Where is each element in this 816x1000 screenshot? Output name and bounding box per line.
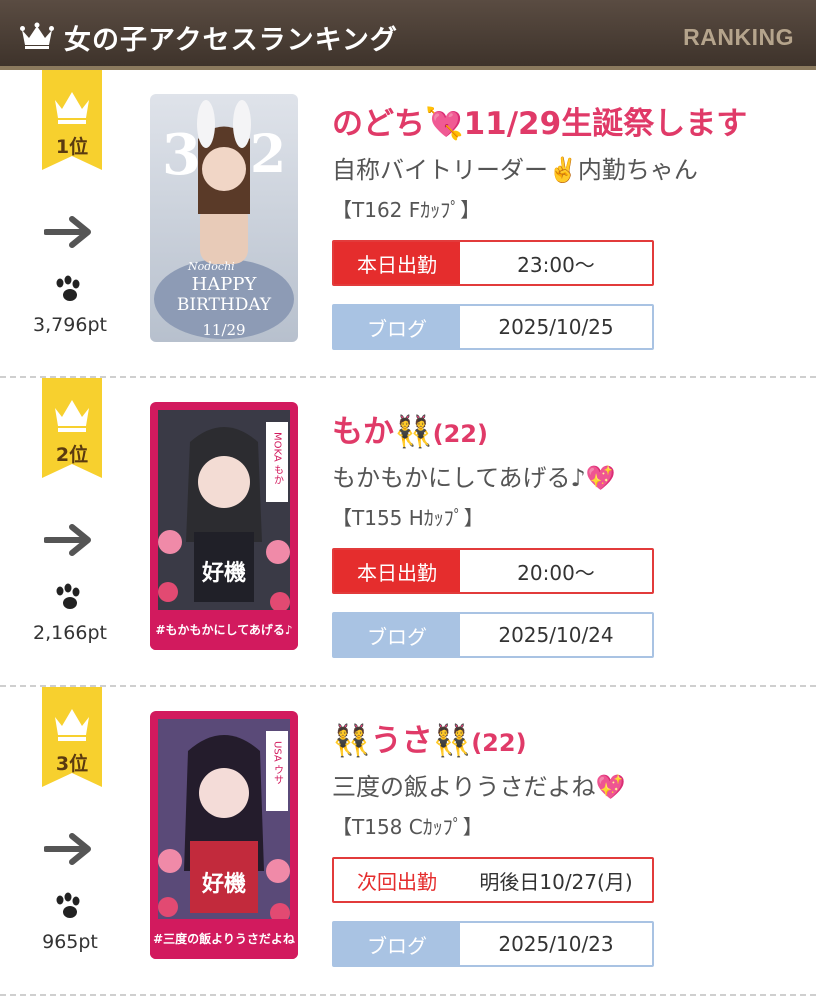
access-points: 3,796pt [33, 314, 107, 336]
age-text: (22) [471, 729, 527, 757]
catchphrase: もかもかにしてあげる♪💖 [332, 464, 616, 492]
girl-photo[interactable]: USA ウサ 好機 #三度の飯よりうさだよね [150, 711, 298, 959]
blog-label: ブログ [334, 923, 460, 965]
rank-label: 3位 [55, 753, 89, 775]
work-label: 本日出勤 [334, 550, 460, 592]
photo-caption: BIRTHDAY [177, 295, 272, 315]
girl-photo[interactable]: MOKA もか 好機 #もかもかにしてあげる♪ [150, 402, 298, 650]
paw-icon [56, 583, 80, 609]
next-work-row[interactable]: 次回出勤 明後日10/27(月) [332, 857, 654, 903]
photo-caption: USA ウサ [272, 741, 284, 785]
name-text: のどち💘11/29生誕祭します [332, 106, 748, 142]
blog-date: 2025/10/25 [460, 306, 652, 348]
work-time: 23:00〜 [460, 242, 652, 284]
access-points: 965pt [42, 931, 98, 953]
photo-number-text: 2 [250, 124, 286, 185]
girl-name[interactable]: もか👯(22) [332, 406, 488, 451]
name-text: 👯うさ👯 [332, 723, 472, 759]
ranking-entry[interactable]: 2位 2,166pt MOKA もか 好機 #もかもかにしてあげる♪ もか👯(2… [0, 378, 816, 686]
blog-date: 2025/10/24 [460, 614, 652, 656]
arrow-right-icon [44, 833, 91, 865]
blog-date: 2025/10/23 [460, 923, 652, 965]
photo-caption: 好機 [201, 871, 246, 897]
page-title: 女の子アクセスランキング [64, 25, 398, 56]
girl-name[interactable]: 👯うさ👯(22) [332, 715, 527, 760]
girl-photo[interactable]: 3 2 HAPPY BIRTHDAY 11/29 Nodochi [150, 94, 298, 342]
photo-caption: 11/29 [202, 321, 245, 339]
photo-caption: Nodochi [187, 260, 235, 273]
arrow-right-icon [44, 216, 91, 248]
profile-spec: 【T155 Hｶｯﾌﾟ】 [332, 506, 484, 530]
work-schedule-row[interactable]: 本日出勤 20:00〜 [332, 548, 654, 594]
catchphrase: 三度の飯よりうさだよね💖 [332, 773, 626, 801]
blog-row[interactable]: ブログ 2025/10/23 [332, 921, 654, 967]
blog-label: ブログ [334, 614, 460, 656]
girl-name[interactable]: のどち💘11/29生誕祭します [332, 98, 747, 143]
rank-label: 2位 [55, 444, 89, 466]
age-text: (22) [432, 420, 488, 448]
ranking-entry[interactable]: 3位 965pt USA ウサ 好機 #三度の飯よりうさだよね 👯うさ👯(22)… [0, 687, 816, 995]
work-label: 本日出勤 [334, 242, 460, 284]
photo-caption: HAPPY [192, 274, 258, 295]
arrow-right-icon [44, 524, 91, 556]
catchphrase: 自称バイトリーダー✌️内勤ちゃん [332, 156, 698, 184]
paw-icon [56, 892, 80, 918]
paw-icon [56, 275, 80, 301]
ranking-entry[interactable]: 1位 3,796pt 3 2 HAPPY BIRTHDAY 11/29 Nodo… [0, 70, 816, 378]
work-time: 明後日10/27(月) [460, 859, 652, 901]
name-text: もか👯 [332, 414, 433, 450]
profile-spec: 【T162 Fｶｯﾌﾟ】 [332, 198, 481, 222]
divider [0, 994, 816, 996]
crown-icon [20, 22, 54, 49]
profile-spec: 【T158 Cｶｯﾌﾟ】 [332, 815, 483, 839]
ranking-header: 女の子アクセスランキング RANKING [0, 0, 816, 70]
blog-label: ブログ [334, 306, 460, 348]
photo-caption: #三度の飯よりうさだよね [153, 931, 295, 946]
work-label: 次回出勤 [334, 859, 460, 901]
work-schedule-row[interactable]: 本日出勤 23:00〜 [332, 240, 654, 286]
photo-number-text: 3 [162, 122, 201, 188]
blog-row[interactable]: ブログ 2025/10/25 [332, 304, 654, 350]
photo-caption: 好機 [201, 560, 246, 586]
photo-caption: #もかもかにしてあげる♪ [156, 622, 293, 637]
ranking-tag: RANKING [683, 24, 794, 50]
work-time: 20:00〜 [460, 550, 652, 592]
access-points: 2,166pt [33, 622, 107, 644]
blog-row[interactable]: ブログ 2025/10/24 [332, 612, 654, 658]
photo-caption: MOKA もか [272, 432, 284, 485]
rank-label: 1位 [55, 136, 89, 158]
